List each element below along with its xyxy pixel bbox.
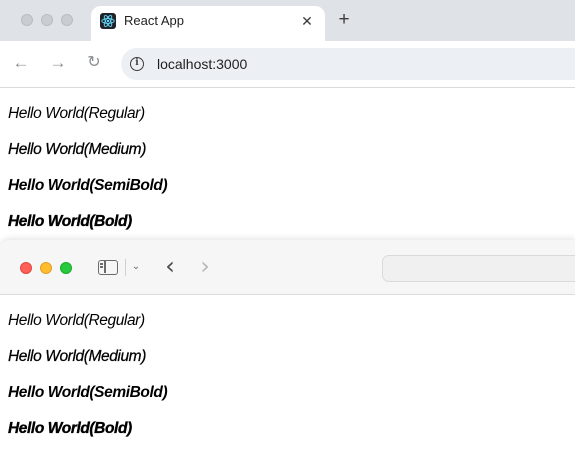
chrome-page-content: Hello World(Regular) Hello World(Medium)… — [0, 88, 575, 240]
minimize-window-button[interactable] — [40, 262, 52, 274]
hello-world-medium: Hello World(Medium) — [8, 141, 147, 158]
zoom-window-button[interactable] — [61, 14, 73, 26]
back-chevron-icon[interactable]: ‹ — [160, 254, 180, 279]
hello-world-semibold: Hello World(SemiBold) — [8, 384, 168, 401]
zoom-window-button[interactable] — [60, 262, 72, 274]
hello-world-medium: Hello World(Medium) — [8, 348, 147, 365]
url-text[interactable]: localhost:3000 — [157, 55, 247, 73]
sidebar-icon[interactable] — [98, 260, 118, 275]
safari-page-content: Hello World(Regular) Hello World(Medium)… — [0, 295, 575, 465]
forward-arrow-icon[interactable]: → — [47, 52, 69, 74]
chrome-toolbar: ← → ↻ i localhost:3000 — [0, 41, 575, 88]
forward-chevron-icon[interactable]: › — [195, 254, 215, 279]
hello-world-bold: Hello World(Bold) — [8, 213, 133, 230]
new-tab-button[interactable]: + — [334, 9, 354, 31]
chrome-tabstrip: React App ✕ + — [0, 0, 575, 41]
safari-window: ⌄ ‹ › Hello World(Regular) Hello World(M… — [0, 240, 575, 465]
site-info-icon[interactable]: i — [130, 57, 144, 71]
safari-toolbar: ⌄ ‹ › — [0, 240, 575, 295]
minimize-window-button[interactable] — [41, 14, 53, 26]
back-arrow-icon[interactable]: ← — [10, 52, 32, 74]
hello-world-semibold: Hello World(SemiBold) — [8, 177, 168, 194]
react-logo-icon — [100, 13, 116, 29]
hello-world-bold: Hello World(Bold) — [8, 420, 133, 437]
tab-react-app[interactable]: React App ✕ — [91, 6, 325, 41]
hello-world-regular: Hello World(Regular) — [8, 105, 145, 122]
chevron-down-icon[interactable]: ⌄ — [130, 259, 142, 275]
address-bar[interactable] — [382, 255, 575, 282]
hello-world-regular: Hello World(Regular) — [8, 312, 145, 329]
close-tab-icon[interactable]: ✕ — [299, 13, 315, 29]
reload-icon[interactable]: ↻ — [83, 52, 105, 74]
chrome-window: React App ✕ + ← → ↻ i localhost:3000 Hel… — [0, 0, 575, 240]
close-window-button[interactable] — [20, 262, 32, 274]
toolbar-divider — [125, 259, 126, 276]
tab-title: React App — [124, 13, 184, 28]
close-window-button[interactable] — [21, 14, 33, 26]
address-bar[interactable]: i localhost:3000 — [121, 48, 575, 80]
